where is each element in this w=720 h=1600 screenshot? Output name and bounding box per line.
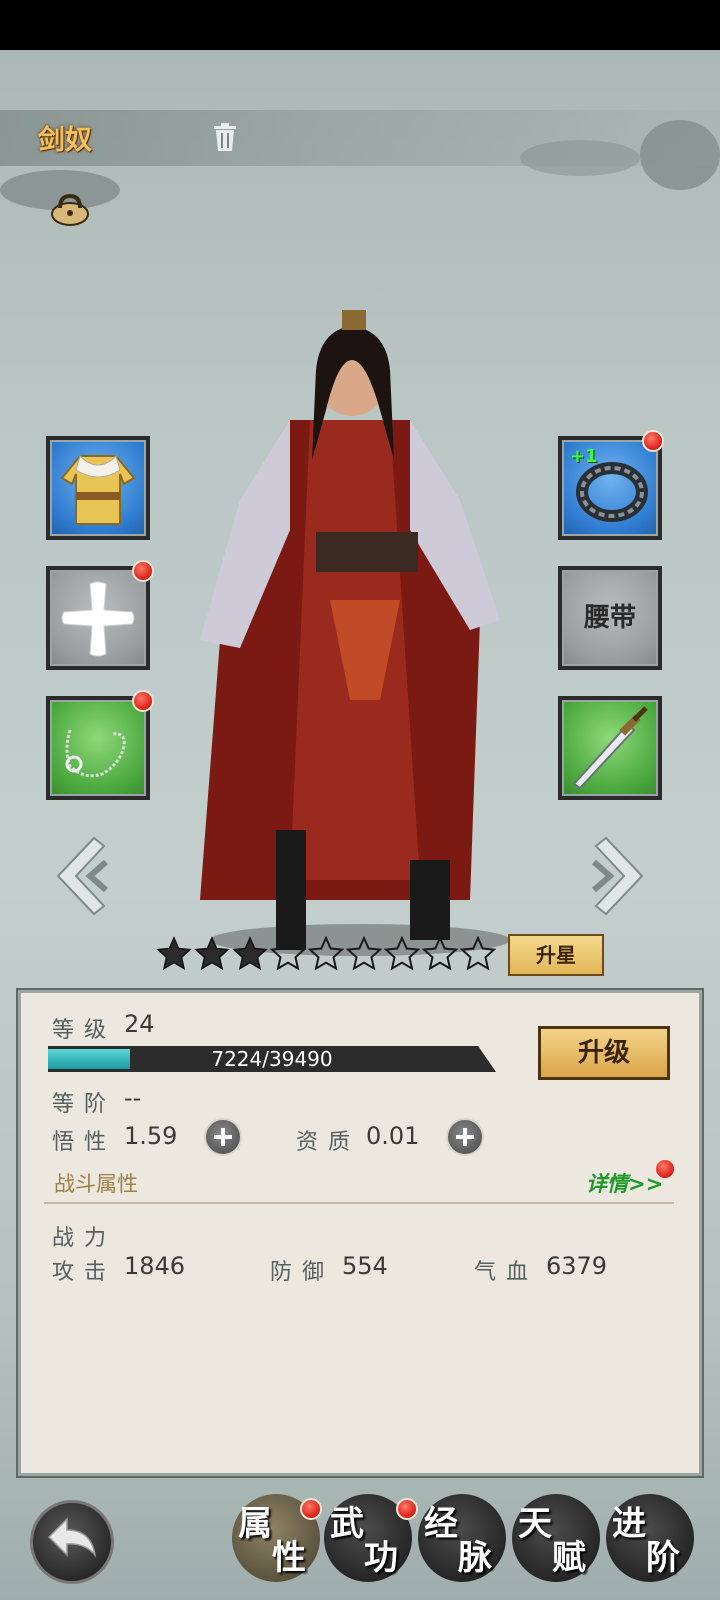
tab-advance-char2: 阶 [646, 1538, 680, 1578]
star-icon [308, 936, 344, 971]
status-bar [0, 0, 720, 50]
tab-attributes-badge [300, 1498, 322, 1520]
attack-value: 1846 [124, 1252, 186, 1280]
prev-hero-arrow[interactable] [44, 834, 110, 918]
star-icon [194, 936, 230, 971]
star-icon [422, 936, 458, 971]
aptitude-label: 资质 [296, 1130, 361, 1155]
tab-meridians-char2: 脉 [458, 1538, 492, 1578]
star-rating [156, 936, 496, 972]
exp-text: 7224/39490 [211, 1047, 333, 1071]
hp-value: 6379 [546, 1252, 608, 1280]
name-banner [0, 110, 720, 166]
equip-slot-necklace[interactable] [46, 696, 150, 800]
level-value: 24 [124, 1010, 155, 1038]
tab-attributes-char1: 属 [238, 1504, 272, 1544]
tab-martial-arts-char2: 功 [364, 1538, 398, 1578]
tab-martial-arts-badge [396, 1498, 418, 1520]
attack-label: 攻击 [52, 1260, 117, 1285]
tab-meridians[interactable]: 经 脉 [418, 1494, 506, 1582]
tab-martial-arts-char1: 武 [330, 1504, 364, 1544]
equip-slot-armor[interactable] [46, 436, 150, 540]
defense-value: 554 [342, 1252, 388, 1280]
insight-value: 1.59 [124, 1122, 178, 1150]
back-button[interactable] [30, 1500, 114, 1584]
equip-slot-add[interactable] [46, 566, 150, 670]
tab-meridians-char1: 经 [424, 1504, 458, 1544]
combat-section-title: 战斗属性 [54, 1172, 138, 1196]
rank-value: -- [124, 1084, 142, 1112]
necklace-icon [65, 729, 126, 778]
hp-label: 气血 [474, 1260, 539, 1285]
equip-slot-sword[interactable] [558, 696, 662, 800]
aptitude-add-button[interactable] [446, 1118, 484, 1156]
star-icon [460, 936, 496, 971]
equip-slot-add-badge [132, 560, 154, 582]
tab-advance[interactable]: 进 阶 [606, 1494, 694, 1582]
equip-slot-necklace-badge [132, 690, 154, 712]
level-label: 等级 [52, 1018, 117, 1043]
insight-label: 悟性 [52, 1130, 117, 1155]
equip-slot-ring-badge [642, 430, 664, 452]
ring-enhance-level: +1 [570, 446, 598, 467]
tab-talent-char2: 赋 [552, 1538, 586, 1578]
tab-advance-char1: 进 [612, 1504, 646, 1544]
belt-slot-label: 腰带 [583, 603, 636, 633]
tab-attributes-char2: 性 [272, 1538, 306, 1578]
plus-icon [61, 581, 135, 657]
star-icon [270, 936, 306, 971]
exp-bar: 7224/39490 [48, 1046, 496, 1072]
section-divider [44, 1202, 674, 1204]
next-hero-arrow[interactable] [590, 834, 656, 918]
star-icon [346, 936, 382, 971]
back-arrow-icon [47, 1517, 97, 1558]
equip-slot-ring[interactable]: +1 [558, 436, 662, 540]
lock-icon[interactable] [50, 192, 90, 226]
tab-talent-char1: 天 [518, 1504, 552, 1544]
insight-add-button[interactable] [204, 1118, 242, 1156]
hero-character-model [200, 310, 510, 956]
equip-slot-belt[interactable]: 腰带 [558, 566, 662, 670]
rank-label: 等阶 [52, 1092, 117, 1117]
hero-name: 剑奴 [38, 125, 92, 156]
upgrade-button[interactable]: 升级 [538, 1026, 670, 1080]
power-label: 战力 [52, 1226, 117, 1251]
star-icon [156, 936, 192, 971]
defense-label: 防御 [270, 1260, 335, 1285]
tab-talent[interactable]: 天 赋 [512, 1494, 600, 1582]
star-icon [232, 936, 268, 971]
trash-icon[interactable] [212, 122, 238, 152]
sword-icon [572, 706, 648, 790]
star-icon [384, 936, 420, 971]
details-badge [654, 1158, 676, 1180]
aptitude-value: 0.01 [366, 1122, 420, 1150]
robe-icon [60, 455, 136, 525]
details-link[interactable]: 详情>> [586, 1168, 663, 1198]
star-up-button[interactable]: 升星 [508, 934, 604, 976]
